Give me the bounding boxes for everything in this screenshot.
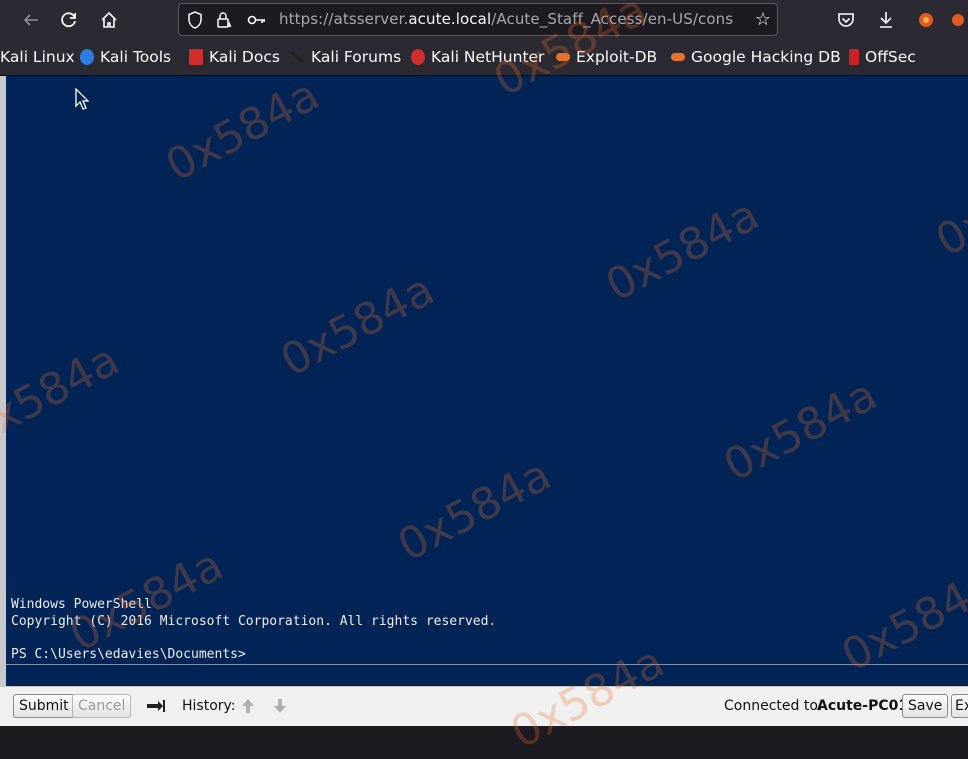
overflow-icon[interactable]	[948, 6, 968, 34]
tab-complete-icon[interactable]	[146, 697, 166, 715]
console-input-separator	[6, 664, 968, 665]
bookmark-kali-tools[interactable]: Kali Tools	[80, 48, 171, 66]
bookmark-label: Google Hacking DB	[691, 48, 841, 66]
save-button[interactable]: Save	[902, 694, 949, 718]
bookmark-label: Kali Forums	[311, 48, 402, 66]
page-content: Windows PowerShell Copyright (C) 2016 Mi…	[0, 76, 968, 726]
browser-toolbar: https://atsserver.acute.local/Acute_Staf…	[0, 0, 968, 40]
bookmark-exploit-db[interactable]: Exploit-DB	[556, 48, 657, 66]
console-prompt[interactable]: PS C:\Users\edavies\Documents>	[11, 647, 246, 662]
powershell-console[interactable]: Windows PowerShell Copyright (C) 2016 Mi…	[6, 76, 968, 686]
offsec-icon	[849, 49, 859, 65]
bookmark-label: Exploit-DB	[576, 48, 658, 66]
bookmark-kali-linux[interactable]: Kali Linux	[0, 48, 75, 66]
download-icon[interactable]	[872, 6, 900, 34]
connected-host: Acute-PC01	[817, 698, 909, 714]
bookmark-kali-nethunter[interactable]: Kali NetHunter	[411, 48, 544, 66]
history-up-icon[interactable]	[239, 697, 257, 715]
pocket-icon[interactable]	[832, 6, 860, 34]
connected-label: Connected to:	[724, 698, 823, 714]
exploit-db-icon	[556, 53, 570, 61]
kali-docs-icon	[189, 49, 203, 65]
bookmark-google-hacking-db[interactable]: Google Hacking DB	[671, 48, 841, 66]
bookmark-label: OffSec	[865, 48, 916, 66]
url-bar[interactable]: https://atsserver.acute.local/Acute_Staf…	[178, 3, 778, 36]
url-text[interactable]: https://atsserver.acute.local/Acute_Staf…	[279, 10, 733, 28]
bookmark-label: Kali Docs	[209, 48, 280, 66]
mouse-cursor-icon	[75, 87, 90, 114]
extension-icon[interactable]	[912, 6, 940, 34]
console-line-header: Windows PowerShell	[11, 597, 152, 612]
kali-nethunter-icon	[411, 49, 425, 65]
bookmark-label: Kali Linux	[0, 48, 75, 66]
submit-button[interactable]: Submit	[13, 694, 75, 718]
bookmarks-toolbar: Kali Linux Kali Tools Kali Docs Kali For…	[0, 40, 968, 76]
shield-icon[interactable]	[185, 10, 205, 30]
reload-icon[interactable]	[54, 5, 84, 35]
bookmark-offsec[interactable]: OffSec	[849, 48, 916, 66]
lock-warning-icon[interactable]	[215, 10, 235, 30]
back-arrow-icon[interactable]	[16, 5, 46, 35]
cancel-button[interactable]: Cancel	[72, 694, 132, 718]
star-icon[interactable]: ☆	[755, 9, 771, 30]
kali-tools-icon	[80, 49, 94, 65]
history-down-icon[interactable]	[271, 697, 289, 715]
home-icon[interactable]	[94, 5, 124, 35]
kali-forums-icon	[289, 50, 305, 64]
bookmark-kali-docs[interactable]: Kali Docs	[189, 48, 280, 66]
console-toolbar: Submit Cancel History: Connected to: Acu…	[0, 686, 968, 726]
ghdb-icon	[671, 53, 685, 61]
history-label: History:	[182, 698, 236, 714]
console-line-copyright: Copyright (C) 2016 Microsoft Corporation…	[11, 614, 497, 629]
bookmark-label: Kali Tools	[100, 48, 172, 66]
bookmark-kali-forums[interactable]: Kali Forums	[289, 48, 401, 66]
exit-button[interactable]: Ex	[951, 694, 968, 718]
bookmark-label: Kali NetHunter	[431, 48, 545, 66]
key-icon[interactable]	[247, 10, 267, 30]
